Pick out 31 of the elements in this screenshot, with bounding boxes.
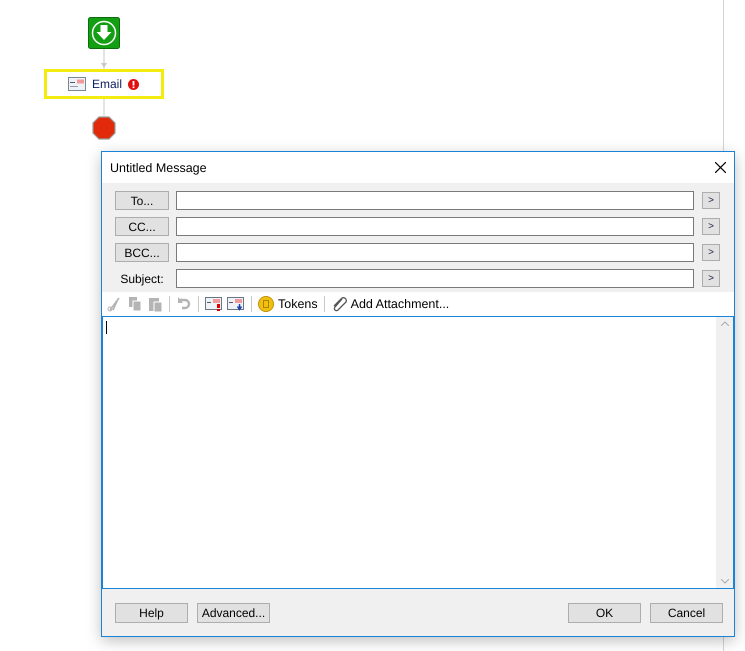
envelope-alert-icon[interactable] — [205, 296, 223, 312]
dialog-title: Untitled Message — [110, 160, 207, 174]
input-field[interactable] — [176, 269, 694, 288]
recipient-button[interactable]: To... — [115, 191, 169, 210]
coin-icon — [258, 296, 274, 312]
start-node[interactable] — [88, 17, 120, 49]
envelope-icon — [68, 77, 86, 91]
dialog-button[interactable]: Help — [115, 602, 188, 622]
expand-button[interactable]: > — [702, 218, 720, 235]
field-label: Subject: — [119, 272, 165, 286]
dialog-button[interactable]: Cancel — [650, 602, 723, 622]
dialog-button[interactable]: Advanced... — [197, 602, 270, 622]
input-field[interactable] — [176, 191, 694, 210]
expand-button[interactable]: > — [702, 270, 720, 287]
text-cursor — [106, 321, 107, 334]
connector-line — [100, 49, 108, 69]
node-label: Email — [92, 77, 122, 91]
stop-node[interactable] — [92, 116, 116, 140]
envelope-download-icon[interactable] — [227, 296, 245, 312]
expand-button[interactable]: > — [702, 192, 720, 209]
dialog-button[interactable]: OK — [568, 602, 641, 622]
toolbar-button[interactable]: Add Attachment... — [330, 296, 450, 312]
input-field[interactable] — [176, 243, 694, 262]
close-icon[interactable] — [715, 162, 726, 173]
recipient-button[interactable]: CC... — [115, 217, 169, 236]
toolbar-button[interactable]: Tokens — [258, 296, 318, 312]
expand-button[interactable]: > — [702, 244, 720, 261]
message-body-field[interactable] — [102, 316, 734, 589]
email-node[interactable]: Email — [44, 69, 164, 99]
input-field[interactable] — [176, 217, 694, 236]
recipient-button[interactable]: BCC... — [115, 243, 169, 262]
